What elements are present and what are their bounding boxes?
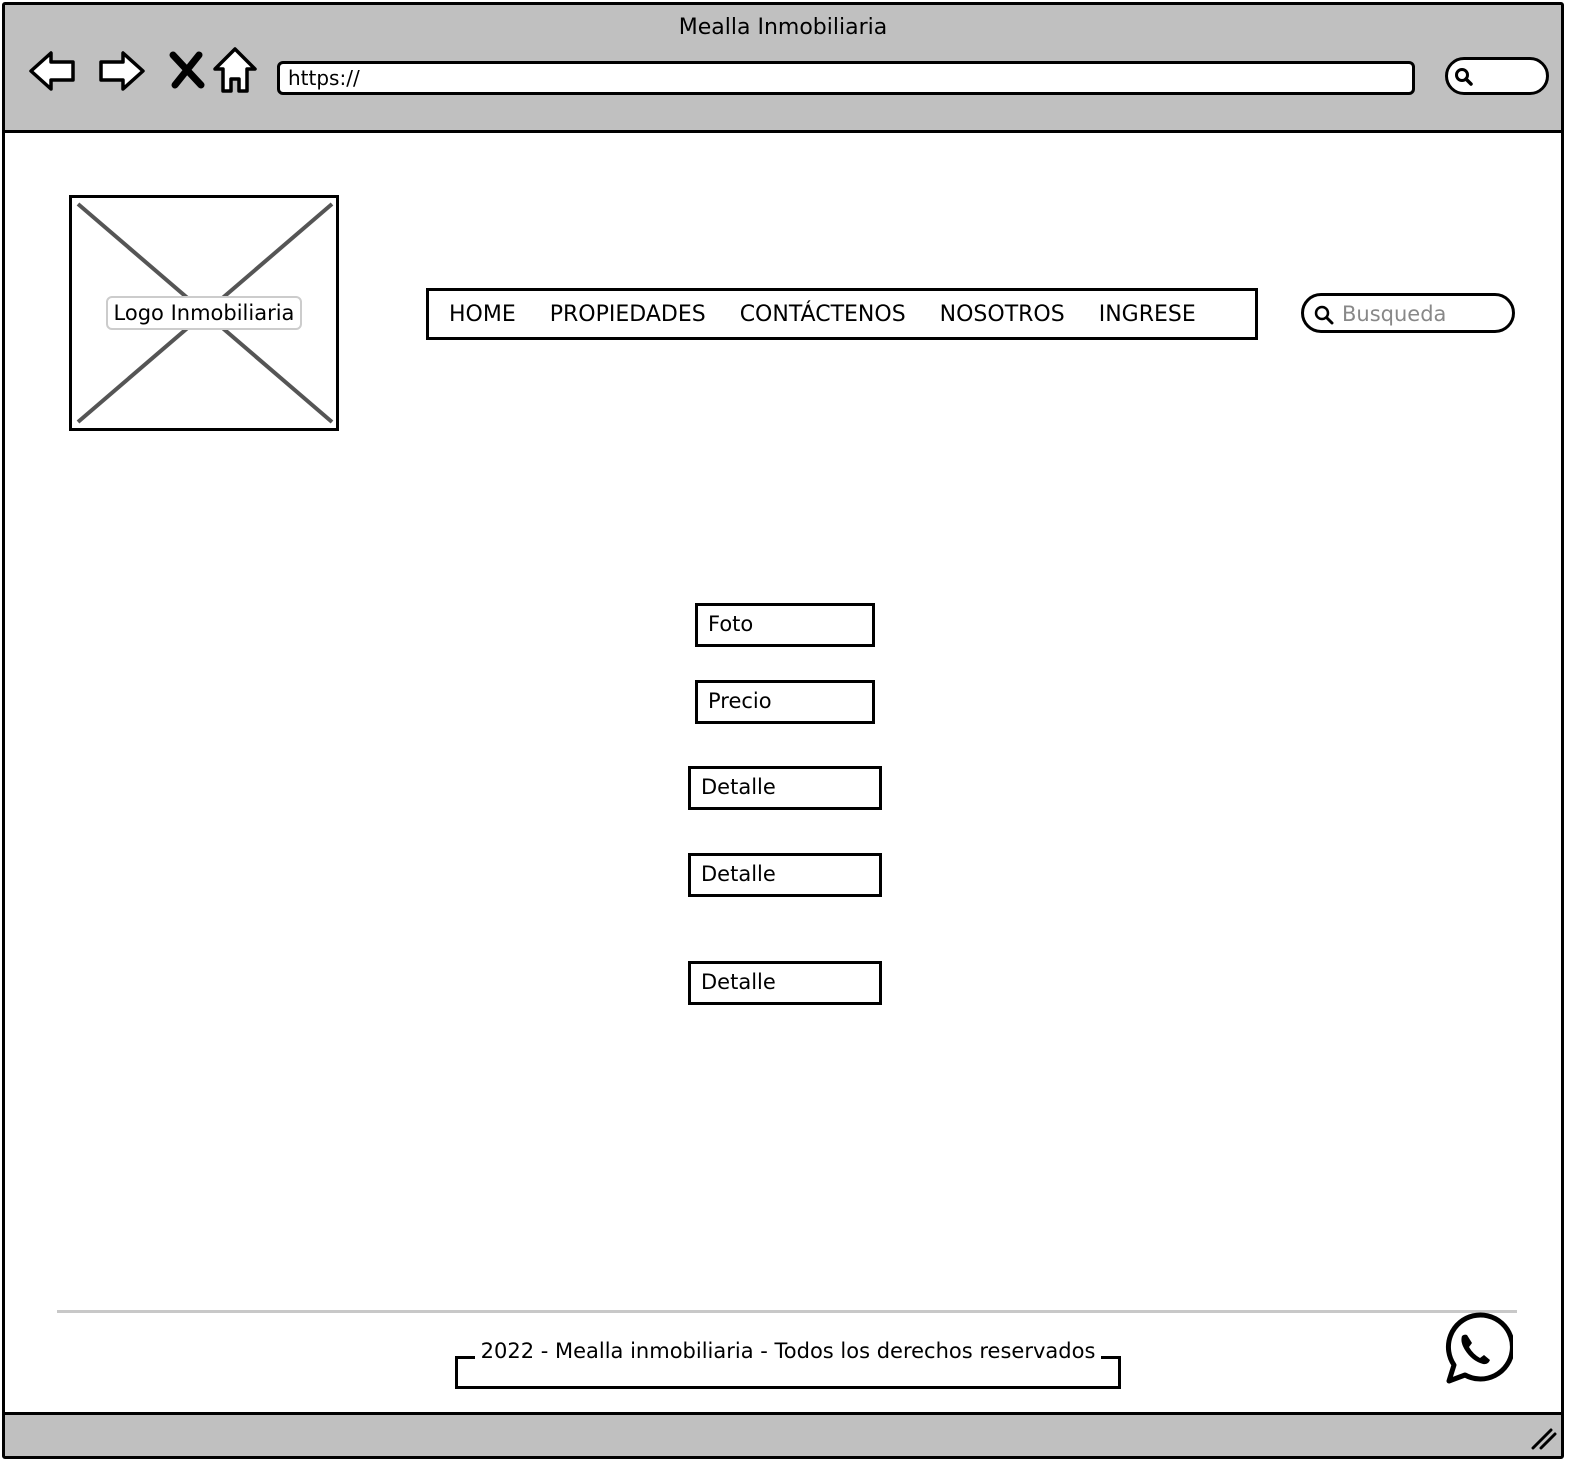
- menu-item-propiedades[interactable]: PROPIEDADES: [550, 302, 706, 327]
- detail-field: Detalle: [688, 853, 882, 897]
- close-icon[interactable]: [161, 45, 213, 97]
- photo-field: Foto: [695, 603, 875, 647]
- window-title: Mealla Inmobiliaria: [678, 15, 888, 40]
- price-field: Precio: [695, 680, 875, 724]
- menu-item-home[interactable]: HOME: [449, 302, 516, 327]
- menu-item-contactenos[interactable]: CONTÁCTENOS: [740, 302, 906, 327]
- whatsapp-icon[interactable]: [1435, 1311, 1513, 1389]
- main-menu: HOME PROPIEDADES CONTÁCTENOS NOSOTROS IN…: [426, 288, 1258, 340]
- menu-item-nosotros[interactable]: NOSOTROS: [940, 302, 1065, 327]
- detail-field: Detalle: [688, 766, 882, 810]
- logo-label: Logo Inmobiliaria: [106, 296, 302, 330]
- footer-divider: [57, 1310, 1517, 1313]
- browser-search-field[interactable]: [1445, 57, 1549, 95]
- site-search: [1301, 293, 1515, 333]
- search-icon: [1455, 68, 1473, 86]
- search-input[interactable]: [1340, 298, 1508, 330]
- footer-copyright: 2022 - Mealla inmobiliaria - Todos los d…: [455, 1339, 1121, 1363]
- search-icon: [1314, 305, 1334, 325]
- address-bar[interactable]: https://: [277, 61, 1415, 95]
- menu-item-ingrese[interactable]: INGRESE: [1099, 302, 1196, 327]
- resize-grip-icon[interactable]: [1529, 1424, 1557, 1452]
- status-bar: [5, 1412, 1561, 1456]
- browser-chrome: Mealla Inmobiliaria https://: [5, 5, 1561, 133]
- footer-bracket: [455, 1356, 1121, 1389]
- detail-field: Detalle: [688, 961, 882, 1005]
- browser-window: Mealla Inmobiliaria https:// Logo Inmobi…: [2, 2, 1564, 1459]
- forward-icon[interactable]: [95, 45, 147, 97]
- home-icon[interactable]: [209, 45, 261, 97]
- back-icon[interactable]: [27, 45, 79, 97]
- footer-copyright-text: 2022 - Mealla inmobiliaria - Todos los d…: [474, 1339, 1102, 1363]
- logo-placeholder[interactable]: Logo Inmobiliaria: [69, 195, 339, 431]
